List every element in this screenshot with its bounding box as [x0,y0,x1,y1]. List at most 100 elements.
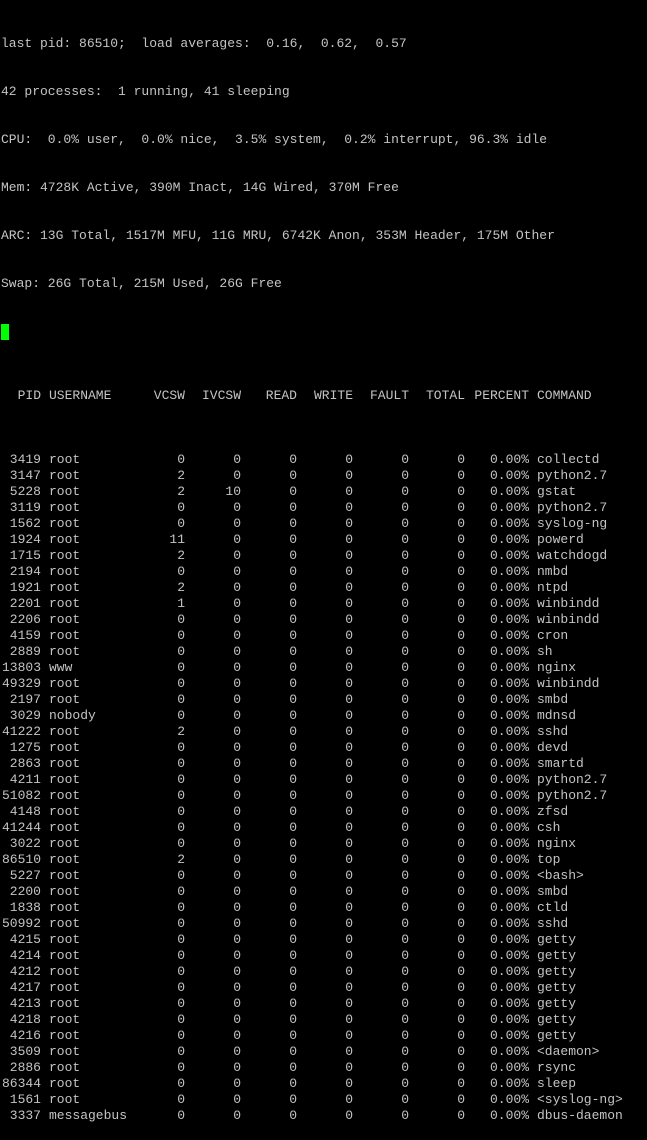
cell-pid: 2194 [9,564,41,579]
cell-ivcsw: 0 [233,868,241,883]
cell-write: 0 [345,1092,353,1107]
cell-read: 0 [289,804,297,819]
cell-fault: 0 [401,676,409,691]
table-row: 4218 root 0 0 0 0 0 0 0.00% getty [1,1012,647,1028]
cell-read: 0 [289,740,297,755]
cell-write: 0 [345,644,353,659]
cell-total: 0 [457,740,465,755]
cell-total: 0 [457,644,465,659]
cell-percent: 0.00% [489,708,529,723]
cell-percent: 0.00% [489,1060,529,1075]
cell-pid: 41244 [1,820,41,835]
cell-read: 0 [289,884,297,899]
cell-write: 0 [345,756,353,771]
cell-total: 0 [457,916,465,931]
cell-command: sh [537,644,553,659]
cell-pid: 4214 [9,948,41,963]
cell-vcsw: 0 [177,900,185,915]
cell-pid: 86344 [1,1076,41,1091]
terminal-window[interactable]: last pid: 86510; load averages: 0.16, 0.… [1,4,647,1140]
cell-command: <bash> [537,868,584,883]
cell-write: 0 [345,724,353,739]
cell-read: 0 [289,452,297,467]
cell-pid: 4159 [9,628,41,643]
cell-ivcsw: 0 [233,852,241,867]
table-row: 50992 root 0 0 0 0 0 0 0.00% sshd [1,916,647,932]
cell-write: 0 [345,836,353,851]
cell-total: 0 [457,564,465,579]
table-row: 2889 root 0 0 0 0 0 0 0.00% sh [1,644,647,660]
cell-fault: 0 [401,692,409,707]
table-row: 4211 root 0 0 0 0 0 0 0.00% python2.7 [1,772,647,788]
cell-read: 0 [289,1076,297,1091]
cell-command: smartd [537,756,584,771]
command-input-line[interactable] [1,324,647,340]
cell-ivcsw: 0 [233,980,241,995]
cell-command: collectd [537,452,600,467]
cell-total: 0 [457,708,465,723]
cell-total: 0 [457,836,465,851]
cell-total: 0 [457,484,465,499]
cell-vcsw: 11 [169,532,185,547]
cell-pid: 4216 [9,1028,41,1043]
table-row: 1715 root 2 0 0 0 0 0 0.00% watchdogd [1,548,647,564]
cell-read: 0 [289,980,297,995]
table-row: 2197 root 0 0 0 0 0 0 0.00% smbd [1,692,647,708]
cell-fault: 0 [401,788,409,803]
cell-command: dbus-daemon [537,1108,623,1123]
cell-fault: 0 [401,548,409,563]
cell-total: 0 [457,996,465,1011]
cell-percent: 0.00% [489,852,529,867]
cell-read: 0 [289,1012,297,1027]
cell-total: 0 [457,1092,465,1107]
cell-total: 0 [457,724,465,739]
cell-ivcsw: 0 [233,564,241,579]
cell-pid: 2206 [9,612,41,627]
cell-pid: 3509 [9,1044,41,1059]
cell-percent: 0.00% [489,692,529,707]
column-header-total: TOTAL [425,388,465,403]
cell-vcsw: 0 [177,868,185,883]
cell-total: 0 [457,900,465,915]
cell-percent: 0.00% [489,660,529,675]
cell-read: 0 [289,1092,297,1107]
table-row: 3337 messagebus 0 0 0 0 0 0 0.00% dbus-daemon [1,1108,647,1124]
cell-write: 0 [345,660,353,675]
cell-vcsw: 0 [177,1012,185,1027]
cell-total: 0 [457,1012,465,1027]
table-row: 4216 root 0 0 0 0 0 0 0.00% getty [1,1028,647,1044]
cell-command: zfsd [537,804,569,819]
cell-pid: 4148 [9,804,41,819]
cell-total: 0 [457,1060,465,1075]
cell-command: getty [537,932,577,947]
table-row: 3022 root 0 0 0 0 0 0 0.00% nginx [1,836,647,852]
cell-ivcsw: 0 [233,500,241,515]
cell-write: 0 [345,788,353,803]
cell-read: 0 [289,500,297,515]
cell-vcsw: 0 [177,612,185,627]
cell-write: 0 [345,772,353,787]
cell-fault: 0 [401,500,409,515]
cell-percent: 0.00% [489,836,529,851]
cell-percent: 0.00% [489,612,529,627]
cell-vcsw: 0 [177,884,185,899]
cell-command: powerd [537,532,584,547]
cell-pid: 1715 [9,548,41,563]
cell-ivcsw: 0 [233,1108,241,1123]
table-row: 1921 root 2 0 0 0 0 0 0.00% ntpd [1,580,647,596]
cell-percent: 0.00% [489,1012,529,1027]
cell-vcsw: 0 [177,788,185,803]
cell-total: 0 [457,1108,465,1123]
table-row: 1924 root 11 0 0 0 0 0 0.00% powerd [1,532,647,548]
cell-ivcsw: 0 [233,452,241,467]
cell-fault: 0 [401,804,409,819]
table-row: 5227 root 0 0 0 0 0 0 0.00% <bash> [1,868,647,884]
cell-vcsw: 1 [177,596,185,611]
cell-pid: 1838 [9,900,41,915]
cell-write: 0 [345,692,353,707]
column-header-write: WRITE [313,388,353,403]
cell-vcsw: 0 [177,708,185,723]
cell-ivcsw: 0 [233,948,241,963]
cell-total: 0 [457,788,465,803]
cell-percent: 0.00% [489,1044,529,1059]
